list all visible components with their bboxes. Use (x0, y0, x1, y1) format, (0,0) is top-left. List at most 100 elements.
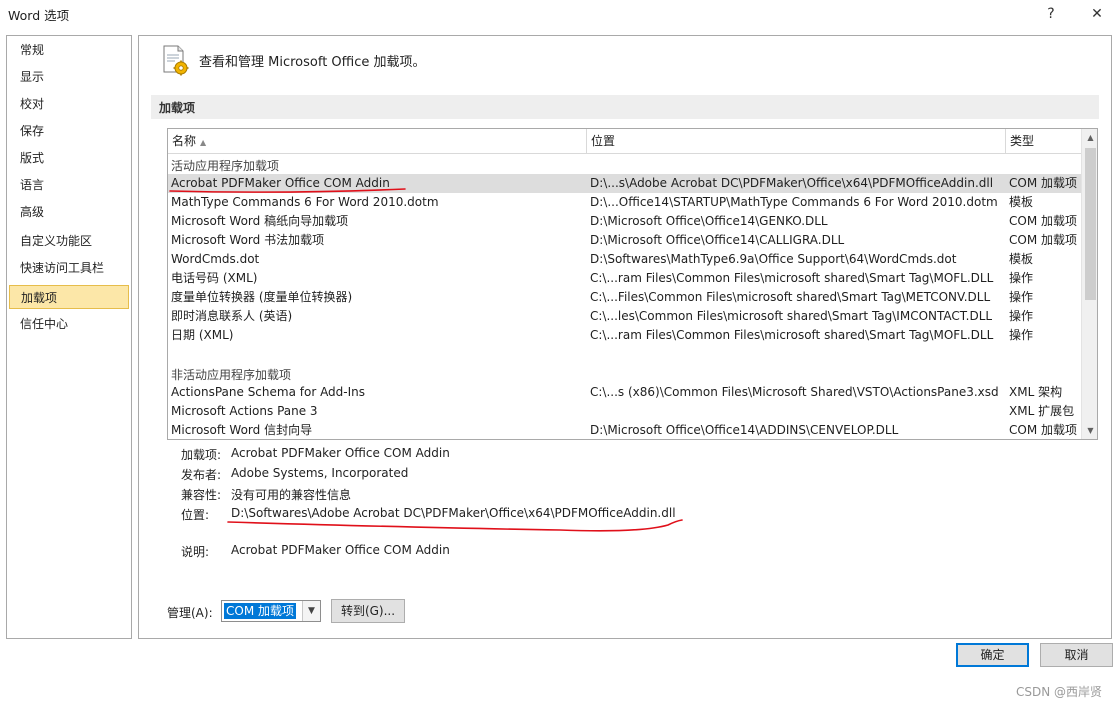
row-location: C:\...ram Files\Common Files\microsoft s… (590, 271, 994, 285)
column-header-location[interactable]: 位置 (587, 129, 1006, 154)
detail-publisher-value: Adobe Systems, Incorporated (231, 466, 409, 480)
row-type: 模板 (1009, 252, 1034, 266)
row-name: 电话号码 (XML) (171, 271, 258, 285)
sidebar-item-display[interactable]: 显示 (9, 65, 129, 89)
row-type: COM 加载项 (1009, 214, 1077, 228)
watermark: CSDN @西岸贤 (1015, 685, 1102, 699)
column-header-name[interactable]: 名称 ▲ (168, 129, 587, 154)
addins-list[interactable]: 名称 ▲ 位置 类型 活动应用程序加载项 Acrobat PDFMaker Off… (167, 128, 1098, 440)
column-header-type[interactable]: 类型 (1006, 129, 1081, 154)
row-name: 度量单位转换器 (度量单位转换器) (171, 290, 353, 304)
go-button[interactable]: 转到(G)... (331, 599, 405, 623)
scroll-up-icon[interactable]: ▲ (1082, 129, 1097, 146)
detail-addin-label: 加载项: (181, 448, 222, 462)
table-row[interactable]: ActionsPane Schema for Add-Ins C:\...s (… (168, 383, 1081, 402)
list-header: 名称 ▲ 位置 类型 (168, 129, 1081, 154)
sidebar-item-trust-center[interactable]: 信任中心 (9, 312, 129, 336)
row-location: D:\...s\Adobe Acrobat DC\PDFMaker\Office… (590, 176, 994, 190)
sidebar: 常规 显示 校对 保存 版式 语言 高级 自定义功能区 快速访问工具栏 加载项 … (6, 35, 132, 639)
row-location: D:\Microsoft Office\Office14\CALLIGRA.DL… (590, 233, 845, 247)
window-title: Word 选项 (8, 8, 70, 23)
table-row[interactable]: 度量单位转换器 (度量单位转换器) C:\...Files\Common Fil… (168, 288, 1081, 307)
ok-button[interactable]: 确定 (956, 643, 1029, 667)
table-row[interactable]: Microsoft Word 稿纸向导加载项 D:\Microsoft Offi… (168, 212, 1081, 231)
sidebar-item-customize-ribbon[interactable]: 自定义功能区 (9, 229, 129, 253)
row-type: COM 加载项 (1009, 176, 1077, 190)
row-name: 即时消息联系人 (英语) (171, 309, 293, 323)
detail-location-value: D:\Softwares\Adobe Acrobat DC\PDFMaker\O… (231, 506, 676, 520)
row-location: D:\Microsoft Office\Office14\ADDINS\CENV… (590, 423, 899, 437)
sidebar-item-layout[interactable]: 版式 (9, 146, 129, 170)
detail-description-value: Acrobat PDFMaker Office COM Addin (231, 543, 450, 557)
section-header: 加载项 (151, 95, 1099, 119)
detail-description-label: 说明: (181, 545, 210, 559)
row-location: D:\...Office14\STARTUP\MathType Commands… (590, 195, 998, 209)
row-name: 日期 (XML) (171, 328, 234, 342)
detail-compat-value: 没有可用的兼容性信息 (231, 488, 352, 502)
cancel-button[interactable]: 取消 (1040, 643, 1113, 667)
row-location: C:\...s (x86)\Common Files\Microsoft Sha… (590, 385, 999, 399)
group-label-active: 活动应用程序加载项 (171, 159, 280, 173)
sidebar-item-addins[interactable]: 加载项 (9, 285, 129, 309)
row-location: D:\Softwares\MathType6.9a\Office Support… (590, 252, 957, 266)
addins-icon (161, 44, 191, 76)
sidebar-item-quick-access-toolbar[interactable]: 快速访问工具栏 (9, 256, 129, 280)
chevron-down-icon[interactable]: ▼ (302, 601, 320, 621)
row-type: 操作 (1009, 328, 1034, 342)
row-name: MathType Commands 6 For Word 2010.dotm (171, 195, 439, 209)
table-row[interactable]: 日期 (XML) C:\...ram Files\Common Files\mi… (168, 326, 1081, 345)
table-row[interactable]: 电话号码 (XML) C:\...ram Files\Common Files\… (168, 269, 1081, 288)
table-row[interactable]: Microsoft Word 书法加载项 D:\Microsoft Office… (168, 231, 1081, 250)
scrollbar-thumb[interactable] (1085, 148, 1096, 300)
detail-addin-value: Acrobat PDFMaker Office COM Addin (231, 446, 450, 460)
help-button[interactable]: ? (1036, 2, 1066, 26)
column-type-label: 类型 (1010, 134, 1035, 148)
detail-publisher-label: 发布者: (181, 468, 222, 482)
header-description: 查看和管理 Microsoft Office 加载项。 (199, 55, 426, 70)
row-type: COM 加载项 (1009, 423, 1077, 437)
sidebar-item-general[interactable]: 常规 (9, 38, 129, 62)
manage-select[interactable]: COM 加载项 ▼ (221, 600, 321, 622)
row-name: Acrobat PDFMaker Office COM Addin (171, 176, 390, 190)
row-location: C:\...les\Common Files\microsoft shared\… (590, 309, 993, 323)
column-location-label: 位置 (591, 134, 616, 148)
table-row[interactable]: Acrobat PDFMaker Office COM Addin D:\...… (168, 174, 1081, 193)
row-name: Microsoft Word 稿纸向导加载项 (171, 214, 349, 228)
sidebar-item-save[interactable]: 保存 (9, 119, 129, 143)
sidebar-item-language[interactable]: 语言 (9, 173, 129, 197)
sidebar-item-proofing[interactable]: 校对 (9, 92, 129, 116)
detail-location-label: 位置: (181, 508, 210, 522)
table-row[interactable]: MathType Commands 6 For Word 2010.dotm D… (168, 193, 1081, 212)
row-name: Microsoft Actions Pane 3 (171, 404, 318, 418)
table-row[interactable]: 即时消息联系人 (英语) C:\...les\Common Files\micr… (168, 307, 1081, 326)
scroll-down-icon[interactable]: ▼ (1082, 422, 1097, 439)
table-row[interactable]: Microsoft Word 信封向导 D:\Microsoft Office\… (168, 421, 1081, 439)
row-type: 操作 (1009, 271, 1034, 285)
row-name: ActionsPane Schema for Add-Ins (171, 385, 366, 399)
row-location: D:\Microsoft Office\Office14\GENKO.DLL (590, 214, 828, 228)
close-button[interactable]: ✕ (1082, 2, 1112, 26)
row-name: Microsoft Word 书法加载项 (171, 233, 325, 247)
sidebar-item-advanced[interactable]: 高级 (9, 200, 129, 224)
row-name: Microsoft Word 信封向导 (171, 423, 313, 437)
title-bar: Word 选项 ? ✕ (0, 0, 1116, 28)
table-row[interactable]: WordCmds.dot D:\Softwares\MathType6.9a\O… (168, 250, 1081, 269)
row-location: C:\...ram Files\Common Files\microsoft s… (590, 328, 994, 342)
row-type: XML 扩展包 (1009, 404, 1075, 418)
row-type: XML 架构 (1009, 385, 1063, 399)
manage-selected-value: COM 加载项 (224, 603, 296, 619)
manage-label: 管理(A): (167, 606, 213, 620)
detail-compat-label: 兼容性: (181, 488, 222, 502)
sort-ascending-icon: ▲ (200, 138, 207, 147)
row-type: COM 加载项 (1009, 233, 1077, 247)
row-location: C:\...Files\Common Files\microsoft share… (590, 290, 991, 304)
table-row[interactable]: Microsoft Actions Pane 3 XML 扩展包 (168, 402, 1081, 421)
section-title: 加载项 (159, 101, 196, 115)
row-type: 模板 (1009, 195, 1034, 209)
column-name-label: 名称 (172, 134, 197, 148)
row-type: 操作 (1009, 309, 1034, 323)
row-type: 操作 (1009, 290, 1034, 304)
main-panel: 查看和管理 Microsoft Office 加载项。 加载项 名称 ▲ 位置 类… (138, 35, 1112, 639)
row-name: WordCmds.dot (171, 252, 260, 266)
list-scrollbar[interactable]: ▲ ▼ (1081, 129, 1097, 439)
